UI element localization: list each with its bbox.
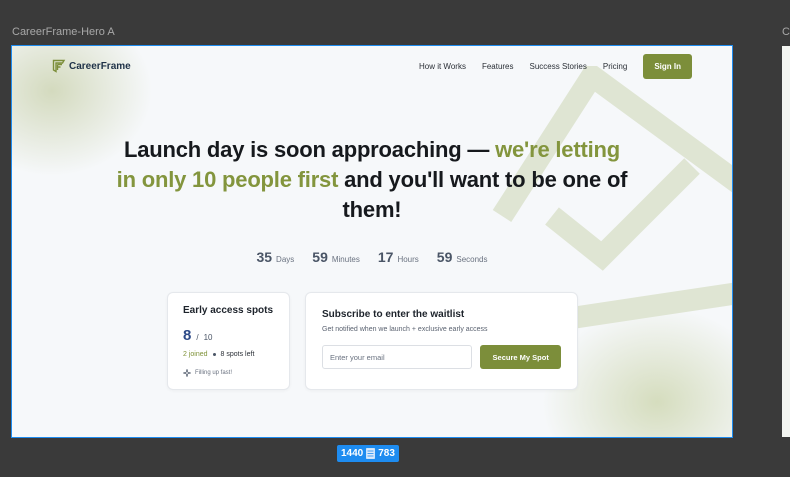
sparkle-icon (183, 369, 191, 377)
countdown-value: 59 (312, 249, 328, 265)
subscribe-description: Get notified when we launch + exclusive … (322, 326, 488, 333)
hero-headline: Launch day is soon approaching — we're l… (112, 135, 632, 225)
spots-taken: 8 (183, 327, 192, 344)
bullet-separator (212, 353, 216, 356)
nav-link-success-stories[interactable]: Success Stories (530, 62, 587, 71)
logo[interactable]: CareerFrame (52, 59, 131, 73)
spots-total: 10 (203, 333, 213, 342)
filling-up-text: Filling up fast! (195, 370, 233, 376)
countdown-value: 17 (377, 249, 394, 265)
nav-link-how-it-works[interactable]: How it Works (419, 62, 466, 71)
subscribe-card: Subscribe to enter the waitlist Get noti… (305, 292, 578, 390)
logo-text: CareerFrame (69, 60, 131, 72)
countdown-unit: Hours (397, 255, 419, 264)
count-separator: / (196, 333, 199, 342)
countdown-minutes: 59 Minutes (312, 249, 360, 265)
nav-link-features[interactable]: Features (482, 62, 514, 71)
countdown-value: 35 (256, 249, 273, 265)
headline-part-1: Launch day is soon approaching — (123, 137, 496, 162)
early-access-stats: 2 joined 8 spots left (183, 351, 274, 358)
countdown-unit: Seconds (456, 255, 488, 264)
nav-link-pricing[interactable]: Pricing (603, 62, 627, 71)
early-access-title: Early access spots (183, 305, 274, 316)
next-frame[interactable] (782, 46, 790, 437)
email-input[interactable] (322, 345, 473, 369)
resize-handle-icon (366, 448, 376, 459)
frame-width: 1440 (341, 448, 364, 459)
countdown-seconds: 59 Seconds (437, 249, 488, 265)
early-access-card: Early access spots 8 / 10 2 joined 8 spo… (167, 292, 290, 390)
secure-my-spot-button[interactable]: Secure My Spot (480, 345, 561, 369)
early-access-count: 8 / 10 (183, 327, 274, 344)
countdown-hours: 17 Hours (378, 249, 419, 265)
countdown-unit: Days (276, 255, 295, 264)
countdown-unit: Minutes (331, 255, 360, 264)
next-frame-label[interactable]: C (782, 26, 790, 38)
countdown-days: 35 Days (256, 249, 294, 265)
countdown-value: 59 (436, 249, 453, 265)
nav-links: How it Works Features Success Stories Pr… (419, 54, 692, 79)
joined-count: 2 joined (183, 351, 208, 358)
top-navigation: CareerFrame How it Works Features Succes… (12, 46, 732, 88)
subscribe-title: Subscribe to enter the waitlist (322, 309, 465, 320)
sign-in-button[interactable]: Sign In (643, 54, 692, 79)
countdown-timer: 35 Days 59 Minutes 17 Hours 59 Seconds (12, 249, 732, 265)
frame-label[interactable]: CareerFrame-Hero A (12, 26, 115, 38)
frame-height: 783 (378, 448, 395, 459)
spots-left: 8 spots left (220, 351, 255, 358)
headline-part-2: and you'll want to be one of them! (338, 167, 628, 222)
filling-up-note: Filling up fast! (183, 369, 274, 377)
frame-size-badge: 1440 783 (337, 445, 399, 462)
careerframe-logo-icon (52, 59, 66, 73)
subscribe-form: Secure My Spot (322, 345, 561, 369)
hero-frame[interactable]: CareerFrame How it Works Features Succes… (11, 45, 733, 438)
